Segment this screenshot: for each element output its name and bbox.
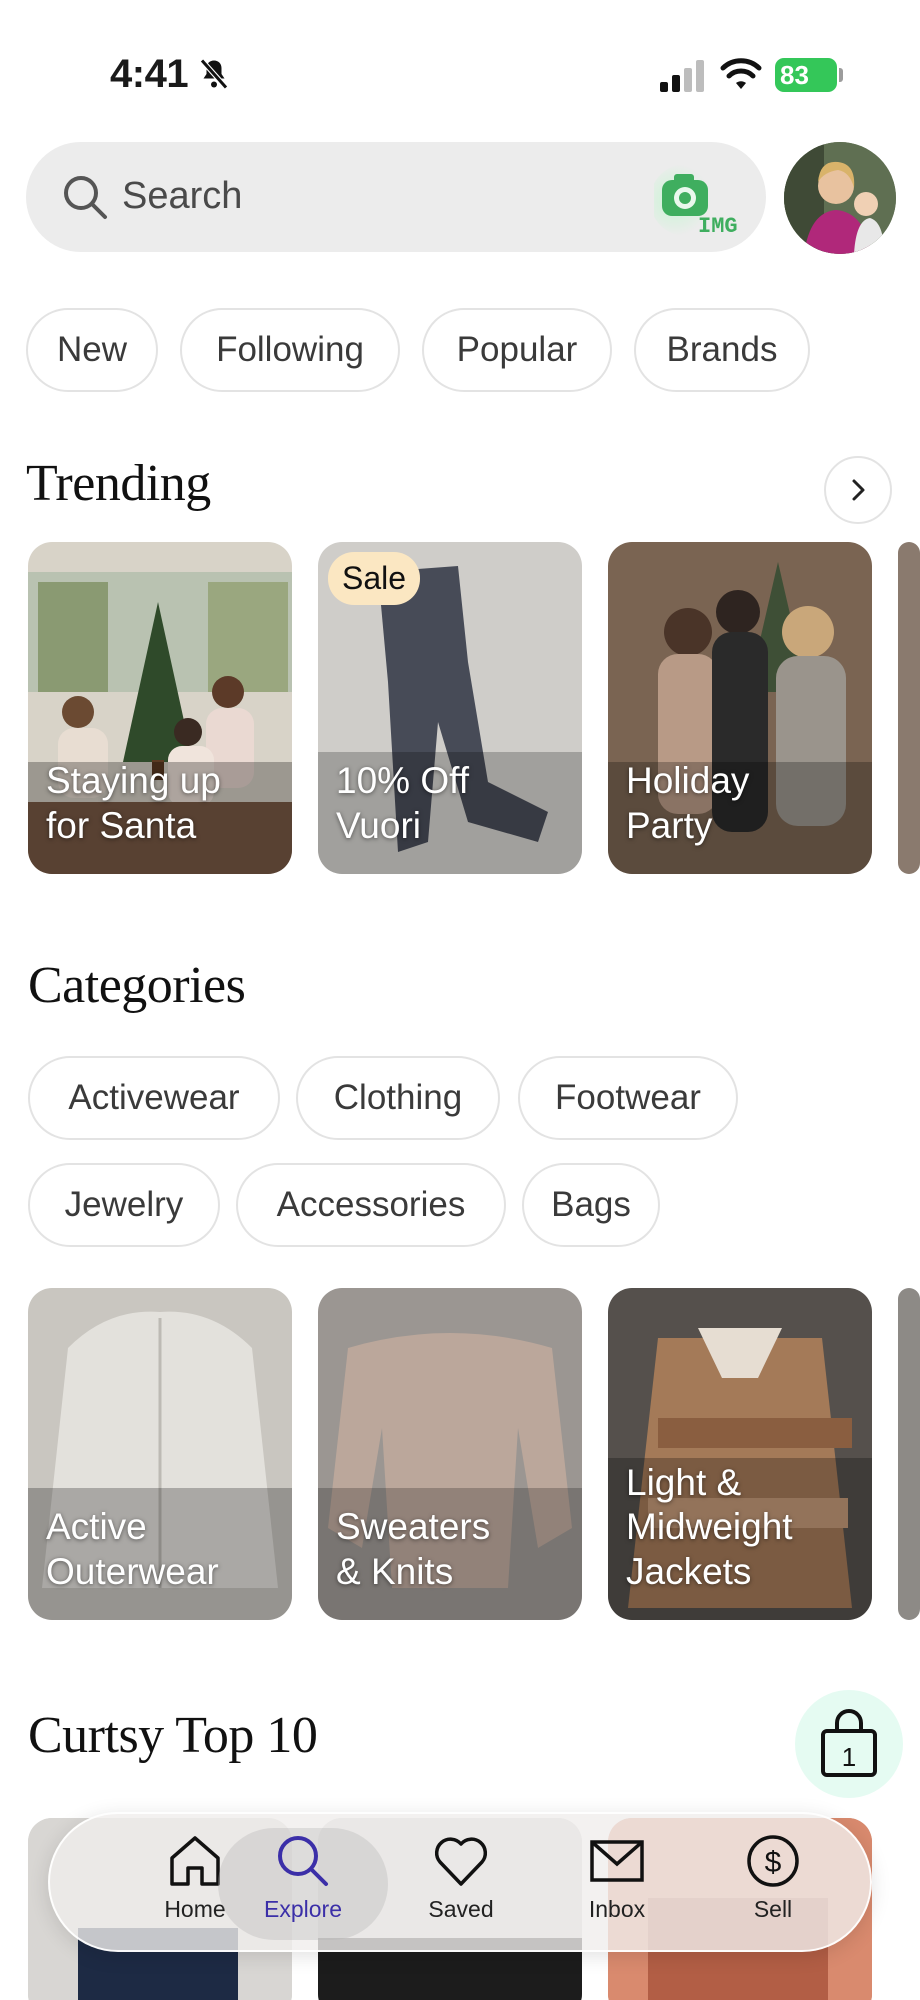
card-caption-line: Active	[46, 1506, 147, 1548]
cart-count: 1	[842, 1742, 856, 1772]
tab-following[interactable]: Following	[180, 308, 400, 392]
card-caption-line: Jackets	[626, 1550, 752, 1592]
category-card-jackets[interactable]: Light & Midweight Jackets	[608, 1288, 872, 1620]
tab-explore[interactable]: Explore	[218, 1828, 388, 1940]
top10-title: Curtsy Top 10	[28, 1707, 318, 1764]
tab-popular[interactable]: Popular	[422, 308, 612, 392]
bell-muted-icon	[200, 58, 228, 90]
categories-title: Categories	[28, 957, 246, 1014]
card-caption-line: Sweaters	[336, 1506, 491, 1548]
card-caption-line: Staying up	[46, 760, 221, 802]
category-card-peek[interactable]	[898, 1288, 920, 1620]
signal-icon	[660, 60, 704, 92]
trending-card-santa[interactable]: Staying up for Santa	[28, 542, 292, 874]
search-placeholder: Search	[122, 175, 243, 217]
dollar-icon: $	[747, 1835, 799, 1887]
trending-more-button[interactable]	[824, 456, 892, 524]
battery-level: 83	[780, 59, 809, 90]
card-caption-line: Party	[626, 804, 713, 846]
mail-icon	[590, 1840, 644, 1882]
tab-label: Explore	[264, 1896, 342, 1922]
category-chip-clothing[interactable]: Clothing	[296, 1056, 500, 1140]
trending-card-vuori[interactable]: Sale 10% Off Vuori	[318, 542, 582, 874]
card-caption-line: Vuori	[336, 804, 422, 846]
status-time: 4:41	[110, 52, 189, 96]
category-chip-jewelry[interactable]: Jewelry	[28, 1163, 220, 1247]
sale-badge: Sale	[328, 552, 421, 605]
cart-button[interactable]: 1	[795, 1690, 903, 1798]
battery-cap	[839, 68, 843, 82]
category-chip-footwear[interactable]: Footwear	[518, 1056, 738, 1140]
tab-label: Home	[164, 1896, 226, 1922]
chevron-right-icon	[852, 479, 865, 501]
category-chip-activewear[interactable]: Activewear	[28, 1056, 280, 1140]
tab-label: Inbox	[588, 1896, 646, 1922]
category-chip-bags[interactable]: Bags	[522, 1163, 660, 1247]
card-caption-line: for Santa	[46, 804, 197, 846]
category-chip-accessories[interactable]: Accessories	[236, 1163, 506, 1247]
trending-card-holiday[interactable]: Holiday Party	[608, 542, 872, 874]
camera-image-search-icon[interactable]: IMG	[654, 160, 750, 238]
shopping-bag-icon: 1	[821, 1709, 877, 1777]
svg-text:$: $	[765, 1846, 782, 1879]
tab-brands[interactable]: Brands	[634, 308, 810, 392]
tab-saved[interactable]: Saved	[386, 1828, 536, 1940]
avatar-photo	[784, 142, 896, 254]
tab-label: Sell	[753, 1896, 793, 1922]
card-caption-line: Holiday	[626, 760, 750, 802]
status-bar: 4:41 83	[0, 0, 920, 150]
card-caption-line: & Knits	[336, 1550, 454, 1592]
img-label: IMG	[698, 214, 738, 238]
card-caption-line: 10% Off	[336, 760, 470, 802]
tab-label: Saved	[428, 1896, 494, 1922]
home-icon	[170, 1836, 220, 1886]
trending-title: Trending	[26, 455, 211, 512]
avatar[interactable]	[784, 142, 896, 254]
heart-icon	[434, 1837, 488, 1886]
wifi-icon	[720, 58, 762, 89]
bottom-tab-bar: Home Explore Saved Inbox $ Sell	[48, 1812, 872, 1952]
category-card-sweaters[interactable]: Sweaters & Knits	[318, 1288, 582, 1620]
search-icon	[278, 1836, 328, 1886]
tab-new[interactable]: New	[26, 308, 158, 392]
tab-sell[interactable]: $ Sell	[698, 1828, 848, 1940]
tab-inbox[interactable]: Inbox	[542, 1828, 692, 1940]
battery-indicator: 83	[775, 58, 837, 92]
card-caption-line: Light &	[626, 1461, 742, 1503]
search-icon	[64, 176, 107, 219]
category-card-active-outerwear[interactable]: Active Outerwear	[28, 1288, 292, 1620]
card-caption-line: Outerwear	[46, 1550, 219, 1592]
search-input[interactable]: Search IMG	[26, 142, 766, 252]
card-caption-line: Midweight	[626, 1506, 793, 1548]
trending-card-peek[interactable]	[898, 542, 920, 874]
